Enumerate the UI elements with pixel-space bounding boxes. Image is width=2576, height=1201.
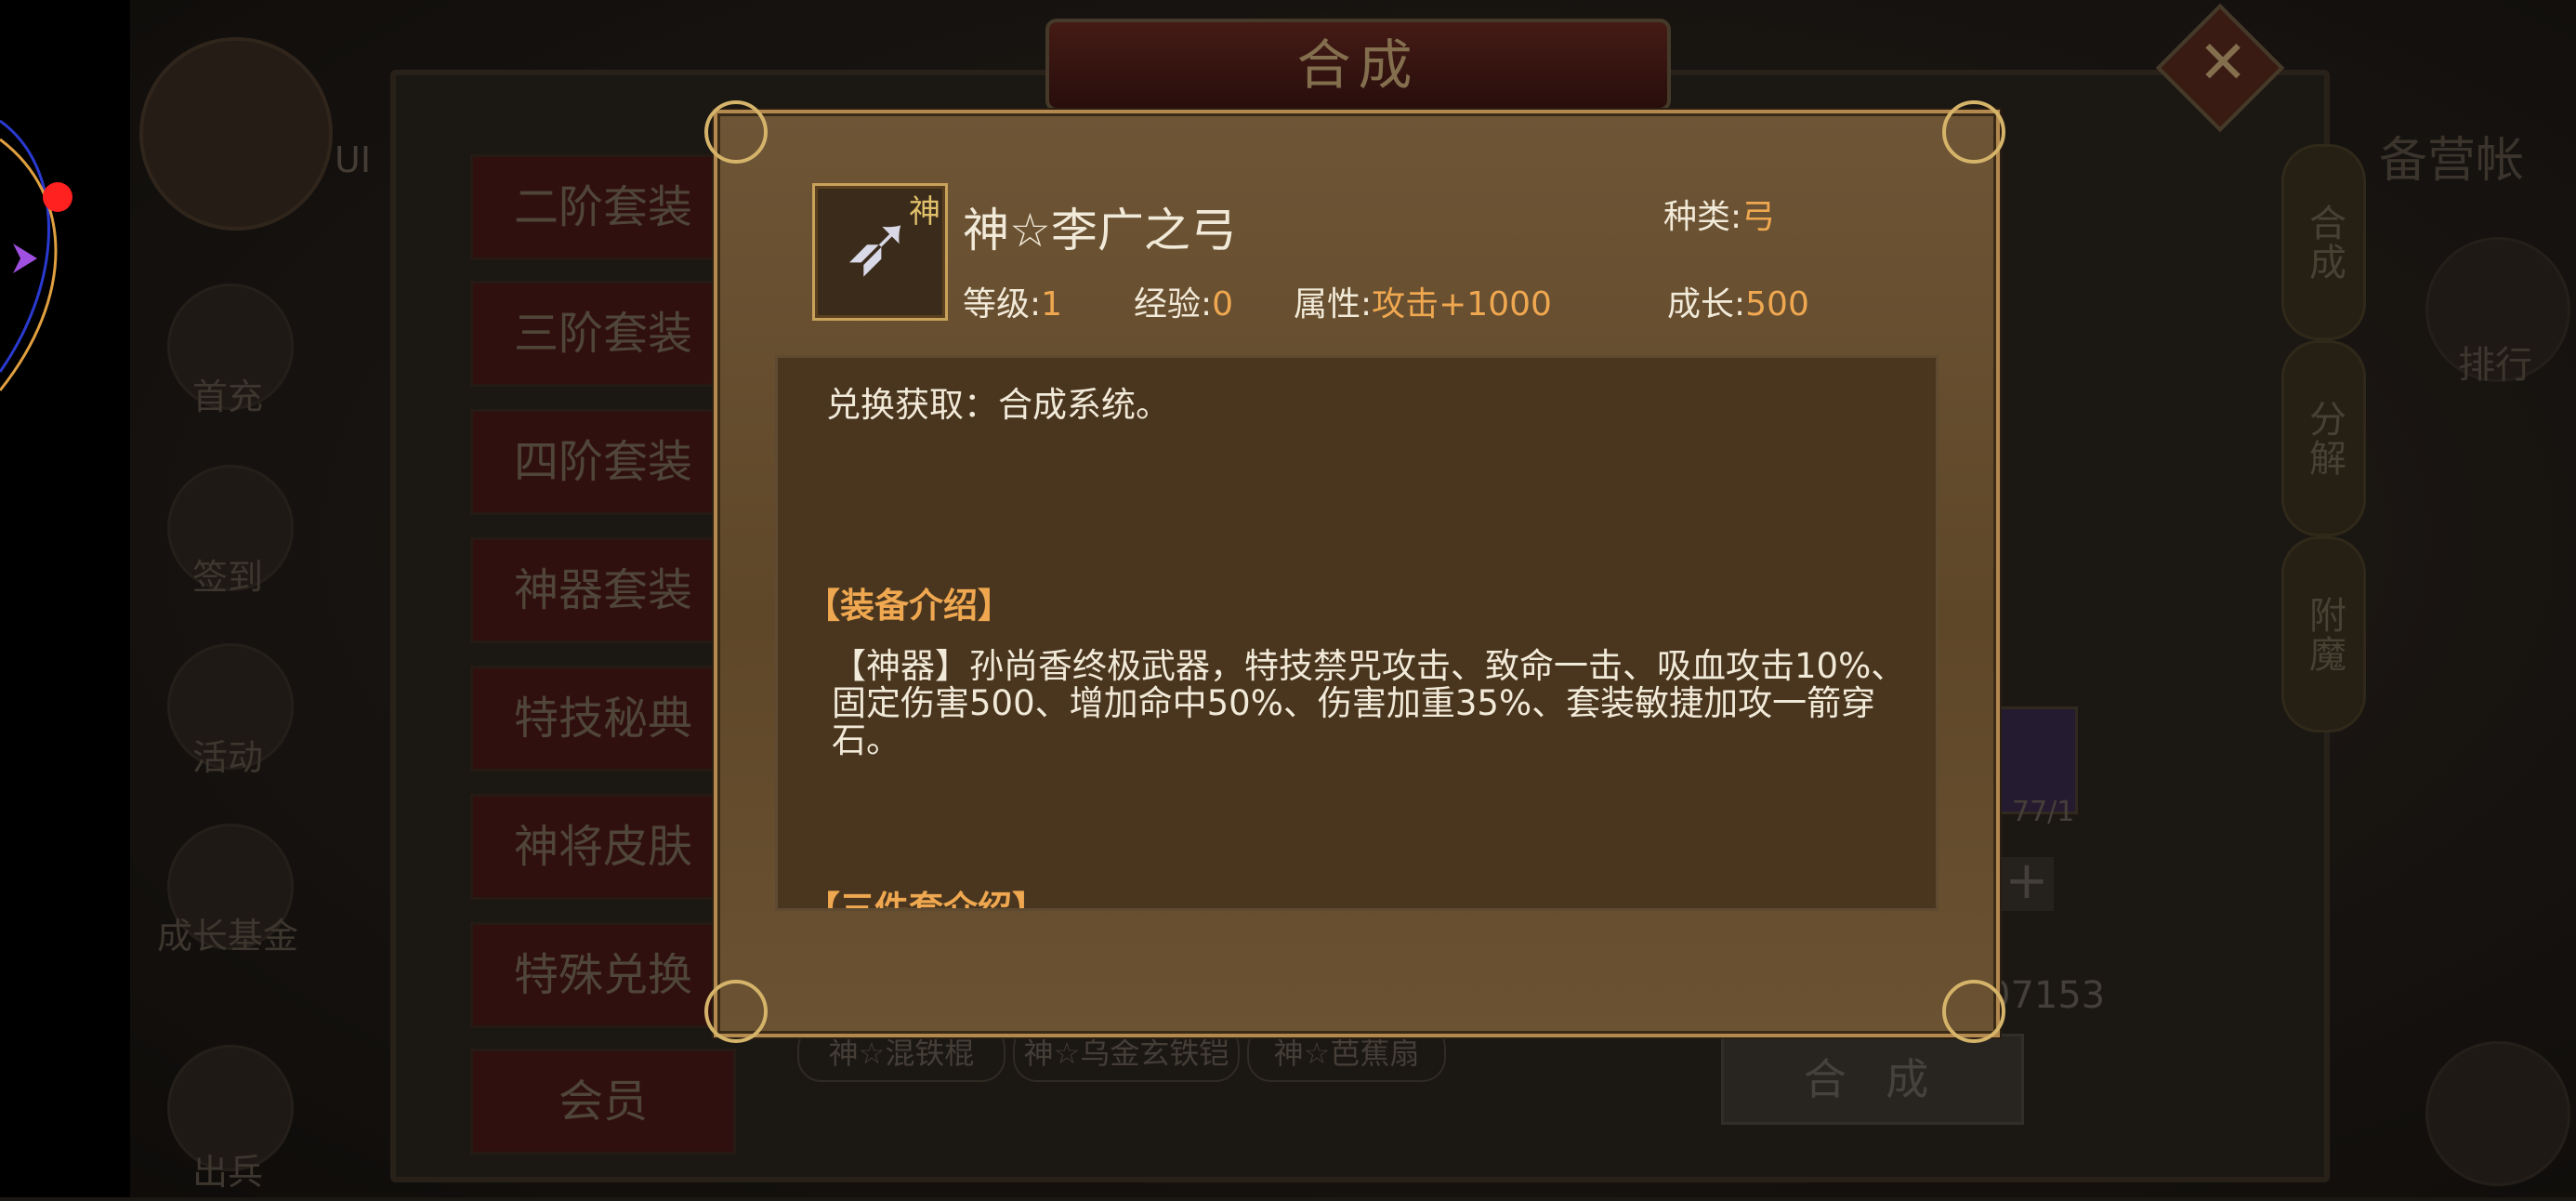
attribute-value: 攻击+1000 [1372, 285, 1552, 323]
corner-ornament-icon [704, 980, 768, 1043]
item-type-row: 种类:弓 [1663, 190, 1775, 238]
type-value: 弓 [1741, 198, 1776, 236]
exp-label: 经验: [1134, 285, 1213, 323]
equipment-intro-text: 【神器】孙尚香终极武器，特技禁咒攻击、致命一击、吸血攻击10%、固定伤害500、… [832, 646, 1906, 760]
set-intro-heading: 【三件套介绍】 [806, 889, 1046, 911]
item-name: 神☆李广之弓 [963, 204, 1237, 257]
equipment-intro-heading: 【装备介绍】 [806, 586, 1012, 626]
corner-ornament-icon [704, 100, 768, 164]
growth-value: 500 [1745, 285, 1809, 323]
edge-swipe-handle-icon[interactable] [0, 0, 130, 1197]
corner-ornament-icon [1942, 980, 2005, 1043]
level-value: 1 [1041, 285, 1063, 323]
growth-label: 成长: [1667, 285, 1746, 323]
exp-row: 经验:0 [1134, 277, 1233, 325]
level-row: 等级:1 [963, 277, 1062, 325]
growth-row: 成长:500 [1667, 277, 1809, 325]
attribute-label: 属性: [1294, 285, 1373, 323]
divine-tier-mark: 神 [909, 193, 940, 231]
device-edge-strip [0, 0, 130, 1197]
level-label: 等级: [963, 285, 1042, 323]
description-scroll-area[interactable]: 兑换获取：合成系统。 【装备介绍】 【神器】孙尚香终极武器，特技禁咒攻击、致命一… [775, 355, 1939, 911]
source-text: 兑换获取：合成系统。 [826, 385, 1170, 425]
attribute-row: 属性:攻击+1000 [1294, 277, 1552, 325]
exp-value: 0 [1212, 285, 1234, 323]
type-label: 种类: [1663, 198, 1742, 236]
corner-ornament-icon [1942, 100, 2005, 164]
